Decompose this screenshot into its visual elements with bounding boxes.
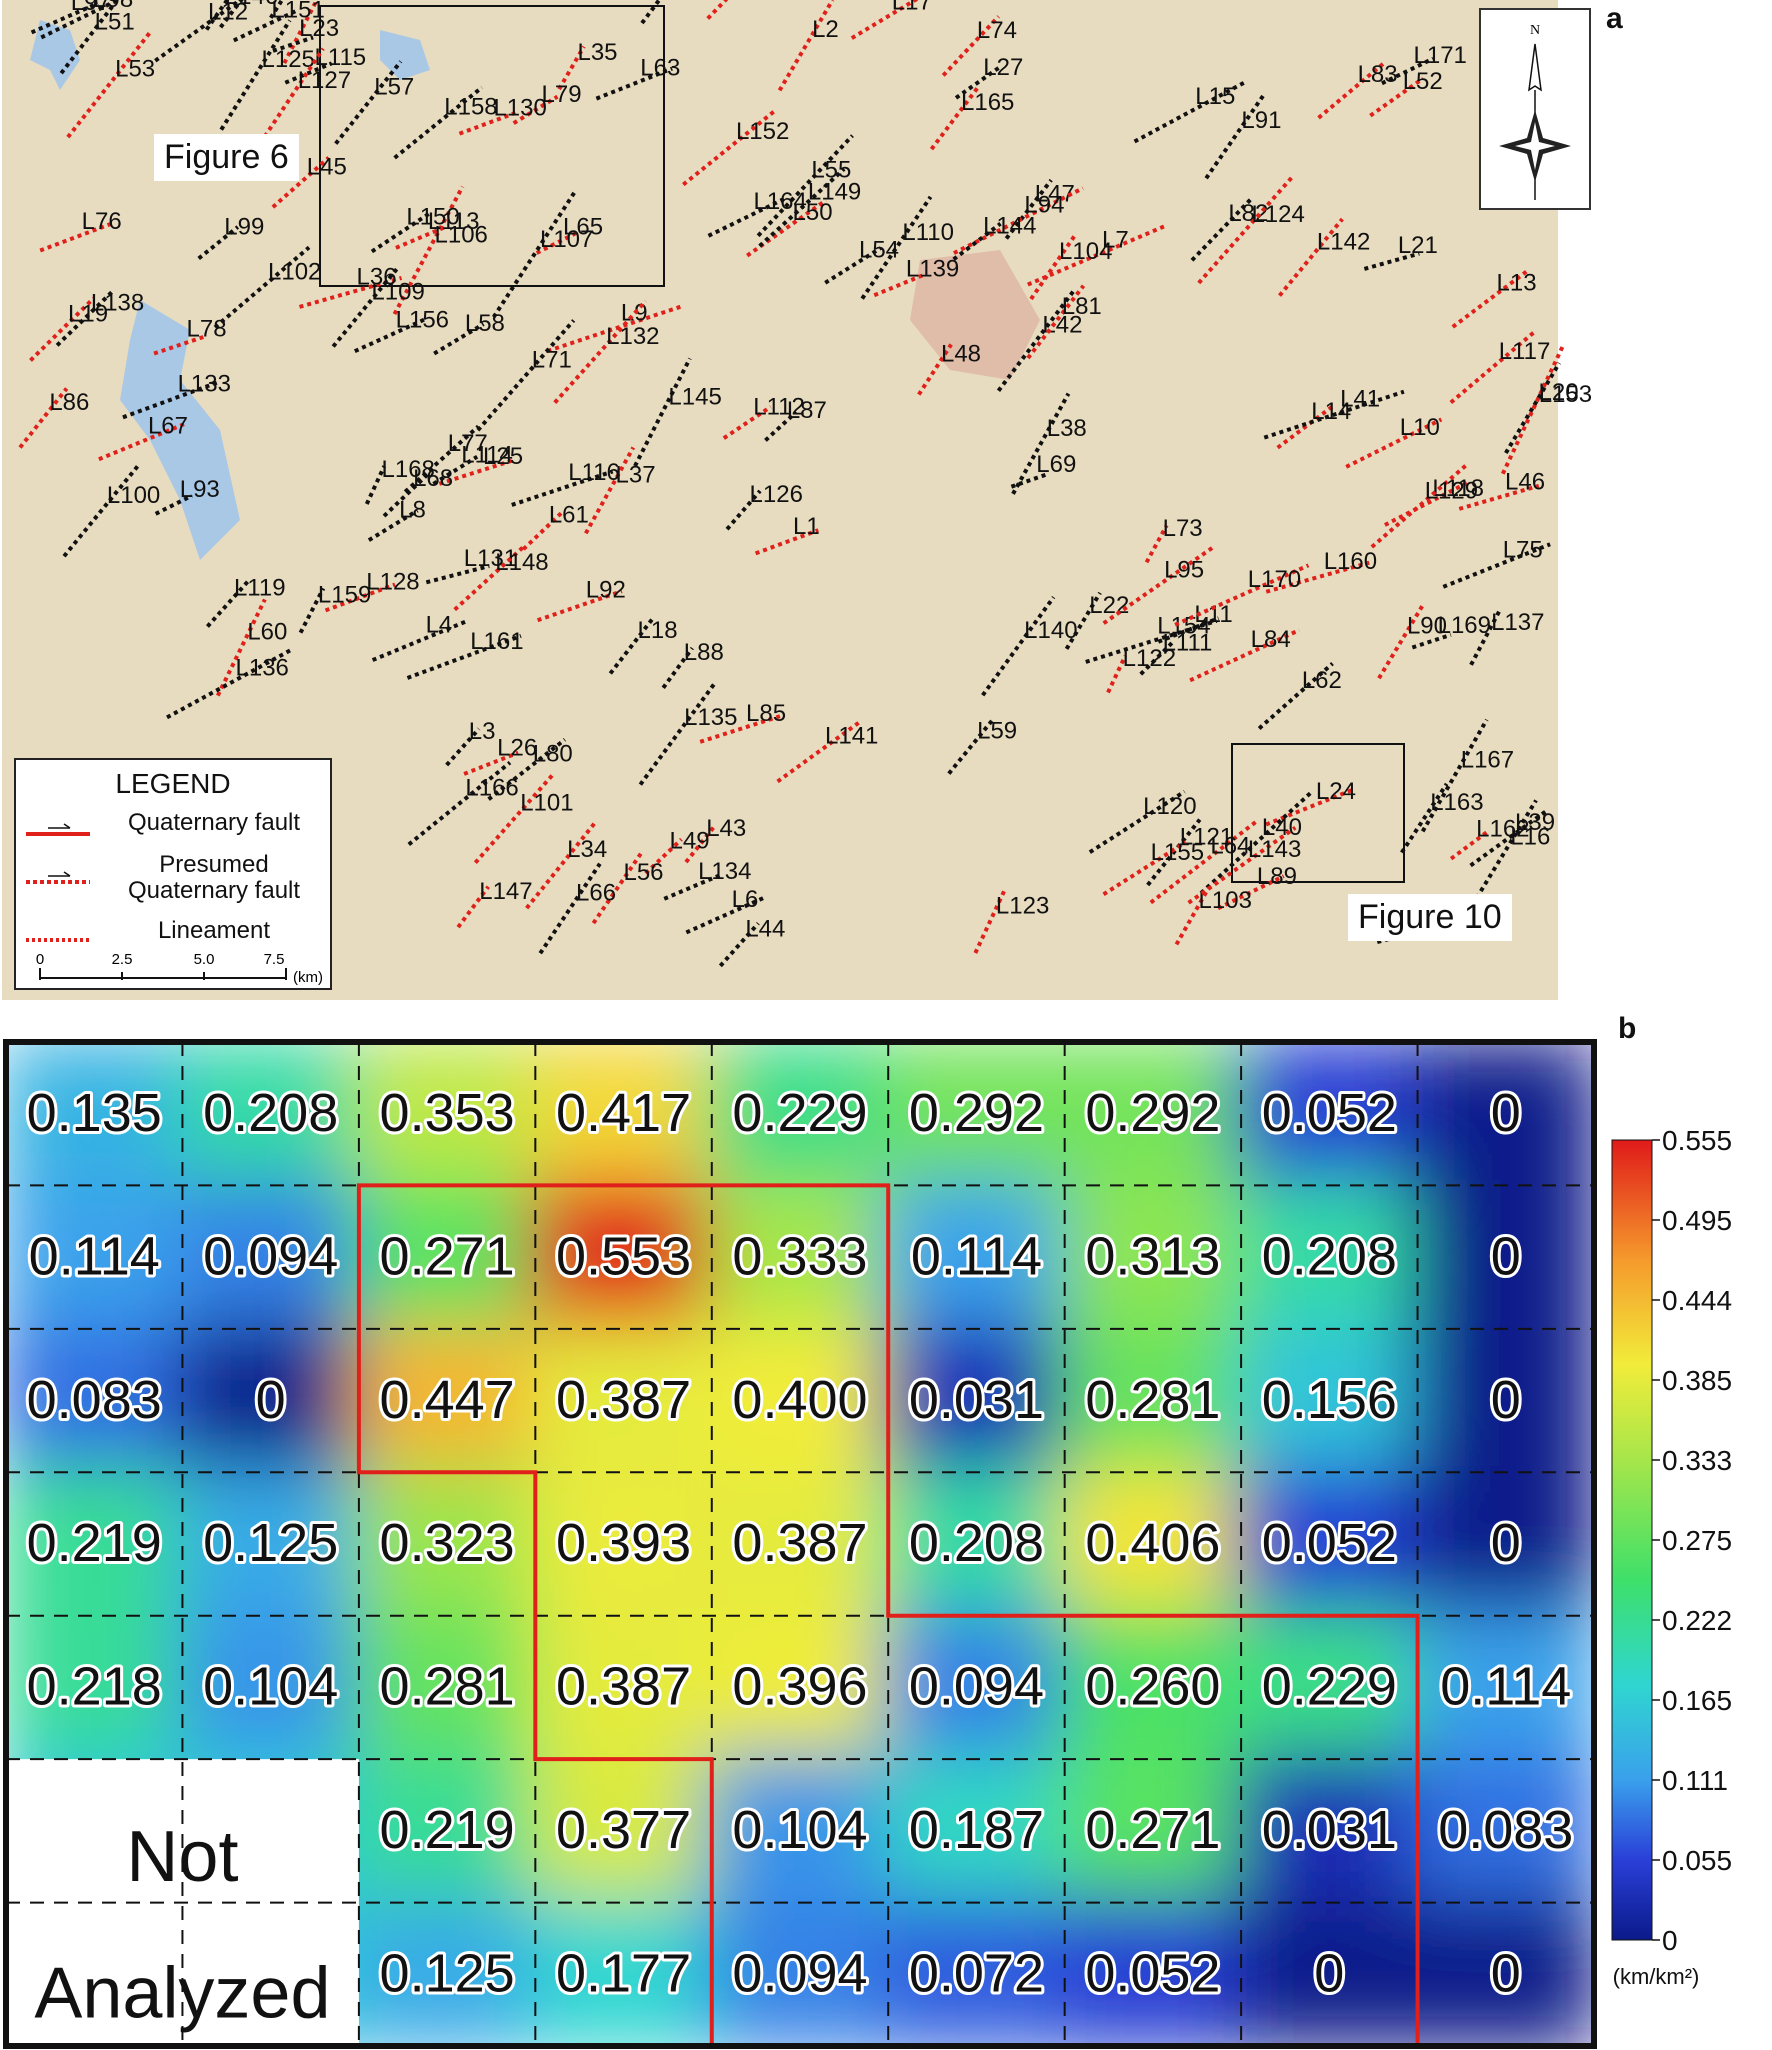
cell-value-label: 0.083 xyxy=(27,1370,162,1430)
cell-value-label: 0.447 xyxy=(380,1370,515,1430)
colorbar-tick-label: 0.333 xyxy=(1662,1445,1732,1476)
cell-value-label: 0.281 xyxy=(380,1657,515,1717)
cell-value-label: 0.031 xyxy=(1262,1800,1397,1860)
cell-value-label: 0.094 xyxy=(732,1943,867,2003)
colorbar-tick-label: 0.111 xyxy=(1662,1765,1728,1796)
cell-value-label: 0 xyxy=(1314,1943,1344,2003)
cell-value-label: 0.406 xyxy=(1085,1513,1220,1573)
colorbar-tick-label: 0.275 xyxy=(1662,1525,1732,1556)
cell-value-label: 0.156 xyxy=(1262,1370,1397,1430)
cell-value-label: 0.083 xyxy=(1438,1800,1573,1860)
cell-value-label: 0 xyxy=(1491,1943,1521,2003)
colorbar-tick-label: 0.385 xyxy=(1662,1365,1732,1396)
cell-value-label: 0.177 xyxy=(556,1943,691,2003)
cell-value-label: 0.114 xyxy=(29,1226,160,1286)
cell-value-label: 0.187 xyxy=(909,1800,1044,1860)
cell-value-label: 0.377 xyxy=(556,1800,691,1860)
colorbar-tick-label: 0.444 xyxy=(1662,1285,1732,1316)
cell-value-label: 0 xyxy=(1491,1226,1521,1286)
cell-value-label: 0 xyxy=(256,1370,286,1430)
cell-value-label: 0.229 xyxy=(732,1083,867,1143)
cell-value-label: 0.396 xyxy=(732,1657,867,1717)
cell-value-label: 0.208 xyxy=(1262,1226,1397,1286)
colorbar-tick-label: 0.165 xyxy=(1662,1685,1732,1716)
cell-value-label: 0.219 xyxy=(27,1513,162,1573)
cell-value-label: 0.387 xyxy=(732,1513,867,1573)
cell-value-label: 0 xyxy=(1491,1370,1521,1430)
cell-value-label: 0.281 xyxy=(1085,1370,1220,1430)
cell-value-label: 0.208 xyxy=(203,1083,338,1143)
cell-value-label: 0.387 xyxy=(556,1657,691,1717)
cell-value-label: 0.125 xyxy=(203,1513,338,1573)
colorbar-tick-label: 0.222 xyxy=(1662,1605,1732,1636)
cell-value-label: 0.114 xyxy=(1440,1657,1571,1717)
cell-value-label: 0.271 xyxy=(1085,1800,1220,1860)
colorbar-tick-label: 0 xyxy=(1662,1925,1678,1956)
cell-value-label: 0.094 xyxy=(909,1657,1044,1717)
cell-value-label: 0.135 xyxy=(27,1083,162,1143)
density-heatmap: NotAnalyzed0.135 0.208 0.353 0.417 0.229 0.29… xyxy=(3,1039,1732,2049)
colorbar-tick-label: 0.555 xyxy=(1662,1125,1732,1156)
cell-value-label: 0.104 xyxy=(732,1800,867,1860)
cell-value-label: 0.229 xyxy=(1262,1657,1397,1717)
cell-value-label: 0.052 xyxy=(1262,1083,1397,1143)
cell-value-label: 0.292 xyxy=(1085,1083,1220,1143)
cell-value-label: 0.072 xyxy=(909,1943,1044,2003)
cell-value-label: 0.313 xyxy=(1085,1226,1220,1286)
cell-value-label: 0.292 xyxy=(909,1083,1044,1143)
cell-value-label: 0.417 xyxy=(556,1083,691,1143)
cell-value-label: 0.094 xyxy=(203,1226,338,1286)
colorbar-unit: (km/km²) xyxy=(1613,1964,1700,1989)
cell-value-label: 0.353 xyxy=(380,1083,515,1143)
cell-value-label: 0.125 xyxy=(380,1943,515,2003)
cell-value-label: 0.333 xyxy=(732,1226,867,1286)
cell-value-label: 0 xyxy=(1491,1513,1521,1573)
colorbar-tick-label: 0.055 xyxy=(1662,1845,1732,1876)
cell-value-label: 0.218 xyxy=(27,1657,162,1717)
cell-value-label: 0.208 xyxy=(909,1513,1044,1573)
cell-value-label: 0.260 xyxy=(1085,1657,1220,1717)
cell-value-label: 0.271 xyxy=(380,1226,515,1286)
colorbar xyxy=(1611,1139,1653,1941)
cell-value-label: 0.393 xyxy=(556,1513,691,1573)
cell-value-label: 0.114 xyxy=(911,1226,1042,1286)
cell-value-label: 0.031 xyxy=(909,1370,1044,1430)
cell-value-label: 0.104 xyxy=(203,1657,338,1717)
cell-value-label: 0.400 xyxy=(732,1370,867,1430)
cell-value-label: 0.323 xyxy=(380,1513,515,1573)
cell-value-label: 0.387 xyxy=(556,1370,691,1430)
colorbar-tick-label: 0.495 xyxy=(1662,1205,1732,1236)
cell-value-label: 0.052 xyxy=(1262,1513,1397,1573)
cell-value-label: 0.219 xyxy=(380,1800,515,1860)
cell-value-label: 0.052 xyxy=(1085,1943,1220,2003)
cell-value-label: 0.553 xyxy=(556,1226,691,1286)
cell-value-label: 0 xyxy=(1491,1083,1521,1143)
